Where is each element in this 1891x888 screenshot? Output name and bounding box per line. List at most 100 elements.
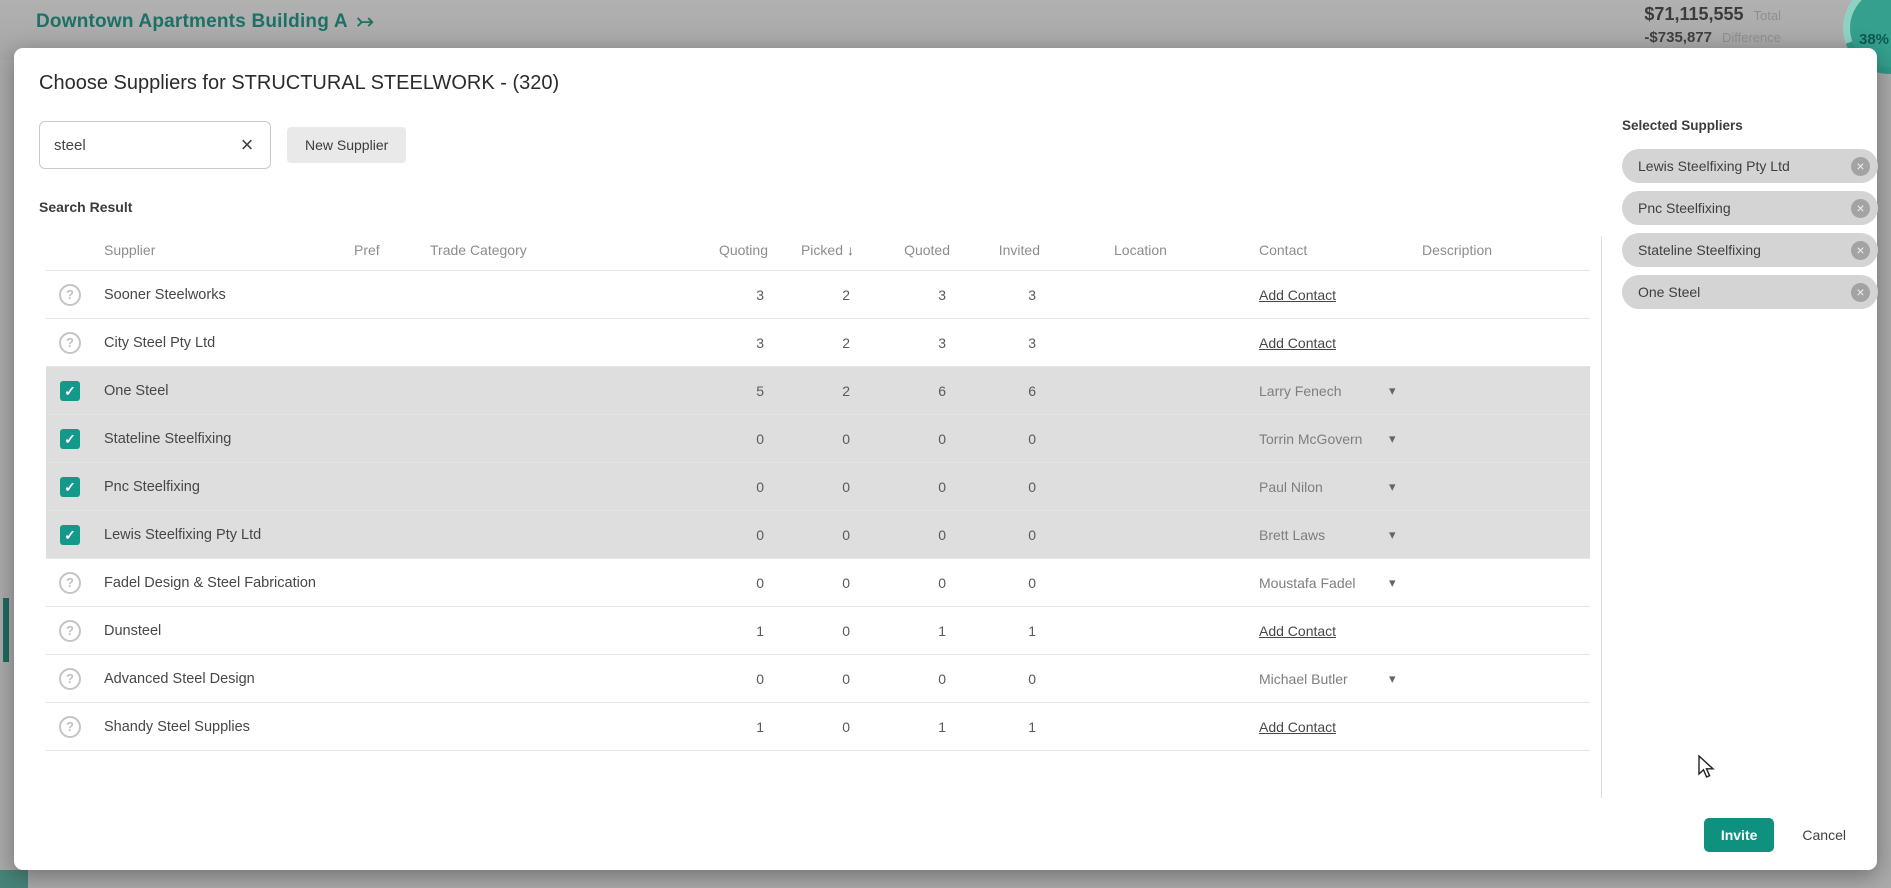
invited-count: 3 [1028,286,1036,303]
unverified-supplier-icon[interactable]: ? [59,619,81,642]
choose-suppliers-dialog: Choose Suppliers for STRUCTURAL STEELWOR… [14,48,1878,870]
chevron-down-icon: ▾ [1389,670,1396,686]
quoting-count: 3 [756,286,764,303]
contact-name: Michael Butler [1259,670,1348,687]
chevron-down-icon: ▾ [1389,382,1396,398]
add-contact-link[interactable]: Add Contact [1259,335,1336,351]
table-row[interactable]: ✓ ? Stateline Steelfixing 0 0 0 0 Torrin… [46,415,1590,463]
difference-amount: -$735,877 [1644,29,1712,46]
table-row[interactable]: ✓ ? Sooner Steelworks 3 2 3 3 Add Contac… [46,271,1590,319]
contact-dropdown[interactable]: Michael Butler ▾ [1259,671,1396,687]
remove-chip-icon[interactable]: × [1851,156,1870,176]
remove-chip-icon[interactable]: × [1851,240,1870,260]
table-row[interactable]: ✓ ? Lewis Steelfixing Pty Ltd 0 0 0 0 Br… [46,511,1590,559]
supplier-checkbox-checked[interactable]: ✓ [60,428,80,449]
panel-divider [1601,236,1602,798]
selected-supplier-chip: Lewis Steelfixing Pty Ltd × [1622,149,1878,183]
table-row[interactable]: ✓ ? One Steel 5 2 6 6 Larry Fenech ▾ [46,367,1590,415]
quoting-count: 5 [756,382,764,399]
quoting-count: 0 [756,526,764,543]
quoted-count: 1 [938,622,946,639]
add-contact-link[interactable]: Add Contact [1259,287,1336,303]
selected-supplier-chip: One Steel × [1622,275,1878,309]
invited-count: 3 [1028,334,1036,351]
quoted-count: 0 [938,526,946,543]
invited-count: 0 [1028,478,1036,495]
contact-cell: Add Contact [1204,623,1420,639]
unverified-supplier-icon[interactable]: ? [59,283,81,306]
new-supplier-button[interactable]: New Supplier [287,127,407,163]
contact-dropdown[interactable]: Moustafa Fadel ▾ [1259,575,1396,591]
add-contact-link[interactable]: Add Contact [1259,719,1336,735]
contact-name: Torrin McGovern [1259,430,1363,447]
chip-label: Pnc Steelfixing [1638,200,1731,216]
quoted-count: 0 [938,670,946,687]
unverified-supplier-icon[interactable]: ? [59,715,81,738]
progress-percent: 38% [1859,30,1890,48]
col-header-pref: Pref [354,241,380,258]
supplier-name: Pnc Steelfixing [104,478,200,495]
quoting-count: 0 [756,670,764,687]
supplier-name: Stateline Steelfixing [104,430,232,447]
col-header-quoting[interactable]: Quoting [682,242,782,258]
table-row[interactable]: ✓ ? Pnc Steelfixing 0 0 0 0 Paul Nilon ▾ [46,463,1590,511]
unverified-supplier-icon[interactable]: ? [59,571,81,594]
sidebar-active-indicator [3,598,9,662]
chevron-down-icon: ▾ [1389,574,1396,590]
contact-cell: Add Contact [1204,719,1420,735]
background-element [0,870,28,888]
table-row[interactable]: ✓ ? Advanced Steel Design 0 0 0 0 Michae… [46,655,1590,703]
check-icon: ✓ [64,526,76,543]
unverified-supplier-icon[interactable]: ? [59,667,81,690]
add-contact-link[interactable]: Add Contact [1259,623,1336,639]
invited-count: 0 [1028,526,1036,543]
col-header-quoted[interactable]: Quoted [868,242,964,258]
total-label: Total [1753,8,1781,23]
dialog-footer: Invite Cancel [1703,818,1860,852]
supplier-checkbox-checked[interactable]: ✓ [60,524,80,545]
quoted-count: 6 [938,382,946,399]
invited-count: 0 [1028,670,1036,687]
budget-summary: $71,115,555 Total -$735,877 Difference [1644,4,1781,46]
invite-button[interactable]: Invite [1703,818,1775,852]
invited-count: 0 [1028,430,1036,447]
remove-chip-icon[interactable]: × [1851,282,1870,302]
row-select-cell: ✓ ? [46,380,94,401]
selected-suppliers-title: Selected Suppliers [1622,118,1743,133]
supplier-name: City Steel Pty Ltd [104,334,216,351]
table-row[interactable]: ✓ ? Dunsteel 1 0 1 1 Add Contact [46,607,1590,655]
contact-dropdown[interactable]: Torrin McGovern ▾ [1259,431,1396,447]
picked-count: 2 [842,382,850,399]
table-row[interactable]: ✓ ? Shandy Steel Supplies 1 0 1 1 Add Co… [46,703,1590,751]
supplier-checkbox-checked[interactable]: ✓ [60,476,80,497]
contact-dropdown[interactable]: Paul Nilon ▾ [1259,479,1396,495]
col-header-description: Description [1422,241,1493,258]
chip-label: One Steel [1638,284,1701,300]
quoted-count: 0 [938,478,946,495]
selected-suppliers-chips: Lewis Steelfixing Pty Ltd × Pnc Steelfix… [1622,149,1878,309]
col-header-picked[interactable]: Picked ↓ [782,242,868,258]
invited-count: 6 [1028,382,1036,399]
supplier-checkbox-checked[interactable]: ✓ [60,380,80,401]
picked-count: 0 [842,478,850,495]
picked-count: 2 [842,286,850,303]
contact-name: Moustafa Fadel [1259,574,1356,591]
col-header-location: Location [1114,241,1167,258]
row-select-cell: ✓ ? [46,667,94,690]
quoting-count: 3 [756,334,764,351]
table-row[interactable]: ✓ ? Fadel Design & Steel Fabrication 0 0… [46,559,1590,607]
contact-dropdown[interactable]: Brett Laws ▾ [1259,527,1396,543]
clear-search-icon[interactable]: × [235,133,259,157]
contact-dropdown[interactable]: Larry Fenech ▾ [1259,383,1396,399]
contact-name: Larry Fenech [1259,382,1342,399]
contact-cell: Moustafa Fadel ▾ [1204,575,1420,591]
table-row[interactable]: ✓ ? City Steel Pty Ltd 3 2 3 3 Add Conta… [46,319,1590,367]
remove-chip-icon[interactable]: × [1851,198,1870,218]
cancel-button[interactable]: Cancel [1788,827,1860,843]
col-header-invited[interactable]: Invited [964,242,1054,258]
invited-count: 1 [1028,622,1036,639]
supplier-name: Advanced Steel Design [104,670,255,687]
unverified-supplier-icon[interactable]: ? [59,331,81,354]
check-icon: ✓ [64,430,76,447]
quoting-count: 1 [756,718,764,735]
